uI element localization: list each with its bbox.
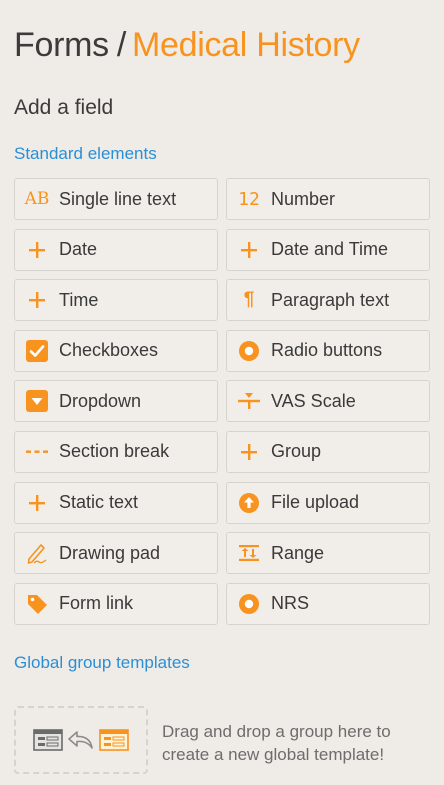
- field-label: Range: [271, 542, 325, 563]
- field-label: Drawing pad: [59, 542, 161, 563]
- field-label: Single line text: [59, 188, 177, 209]
- checkbox-icon: [25, 339, 49, 363]
- field-number[interactable]: 12 Number: [226, 178, 430, 220]
- field-label: Form link: [59, 593, 134, 614]
- global-group-templates-link[interactable]: Global group templates: [14, 653, 190, 673]
- tag-icon: [25, 592, 49, 616]
- field-label: Paragraph text: [271, 289, 390, 310]
- breadcrumb-separator: /: [116, 26, 126, 64]
- number-icon: 12: [238, 188, 260, 210]
- global-template-dropzone[interactable]: [14, 706, 148, 774]
- plus-icon: [237, 238, 261, 262]
- upload-icon: [237, 491, 261, 515]
- field-label: Section break: [59, 441, 170, 462]
- field-static-text[interactable]: Static text: [14, 481, 218, 524]
- field-group[interactable]: Group: [226, 430, 430, 473]
- field-label: Dropdown: [59, 390, 142, 411]
- plus-icon: [25, 238, 49, 262]
- breadcrumb-current: Medical History: [131, 26, 360, 64]
- field-label: Group: [271, 441, 322, 462]
- field-section-break[interactable]: Section break: [14, 430, 218, 473]
- page-title: Forms / Medical History: [14, 26, 360, 65]
- field-label: Radio buttons: [271, 340, 383, 361]
- field-drawing-pad[interactable]: Drawing pad: [14, 532, 218, 575]
- field-radio-buttons[interactable]: Radio buttons: [226, 329, 430, 372]
- group-template-icon: [99, 729, 129, 751]
- field-nrs[interactable]: NRS: [226, 582, 430, 625]
- field-dropdown[interactable]: Dropdown: [14, 380, 218, 423]
- field-paragraph-text[interactable]: ¶ Paragraph text: [226, 279, 430, 322]
- plus-icon: [25, 491, 49, 515]
- radio-icon: [237, 592, 261, 616]
- field-label: Date and Time: [271, 239, 389, 260]
- field-range[interactable]: Range: [226, 532, 430, 575]
- dropdown-icon: [25, 389, 49, 413]
- field-date[interactable]: Date: [14, 228, 218, 271]
- field-label: VAS Scale: [271, 390, 356, 411]
- range-icon: [237, 541, 261, 565]
- vas-scale-icon: [237, 389, 261, 413]
- field-label: Static text: [59, 492, 139, 513]
- back-arrow-icon: [67, 729, 95, 751]
- plus-icon: [25, 288, 49, 312]
- group-template-icon: [33, 729, 63, 751]
- standard-elements-link[interactable]: Standard elements: [14, 144, 157, 164]
- field-grid: AB Single line text 12 Number Date Date …: [14, 178, 430, 625]
- plus-icon: [237, 440, 261, 464]
- field-single-line-text[interactable]: AB Single line text: [14, 178, 218, 220]
- ab-text-icon: AB: [24, 189, 50, 209]
- field-checkboxes[interactable]: Checkboxes: [14, 329, 218, 372]
- field-label: Date: [59, 239, 98, 260]
- dropzone-instructions: Drag and drop a group here to create a n…: [162, 722, 391, 764]
- field-label: Time: [59, 289, 99, 310]
- field-label: NRS: [271, 593, 310, 614]
- breadcrumb-forms-link[interactable]: Forms: [14, 26, 109, 64]
- paragraph-icon: ¶: [243, 289, 255, 311]
- field-label: Checkboxes: [59, 340, 159, 361]
- field-label: File upload: [271, 492, 360, 513]
- add-field-heading: Add a field: [14, 96, 114, 119]
- field-label: Number: [271, 188, 336, 209]
- field-file-upload[interactable]: File upload: [226, 481, 430, 524]
- field-vas-scale[interactable]: VAS Scale: [226, 380, 430, 423]
- radio-icon: [237, 339, 261, 363]
- pen-icon: [25, 541, 49, 565]
- field-date-and-time[interactable]: Date and Time: [226, 228, 430, 271]
- section-break-icon: [25, 440, 49, 464]
- field-form-link[interactable]: Form link: [14, 582, 218, 625]
- field-time[interactable]: Time: [14, 279, 218, 322]
